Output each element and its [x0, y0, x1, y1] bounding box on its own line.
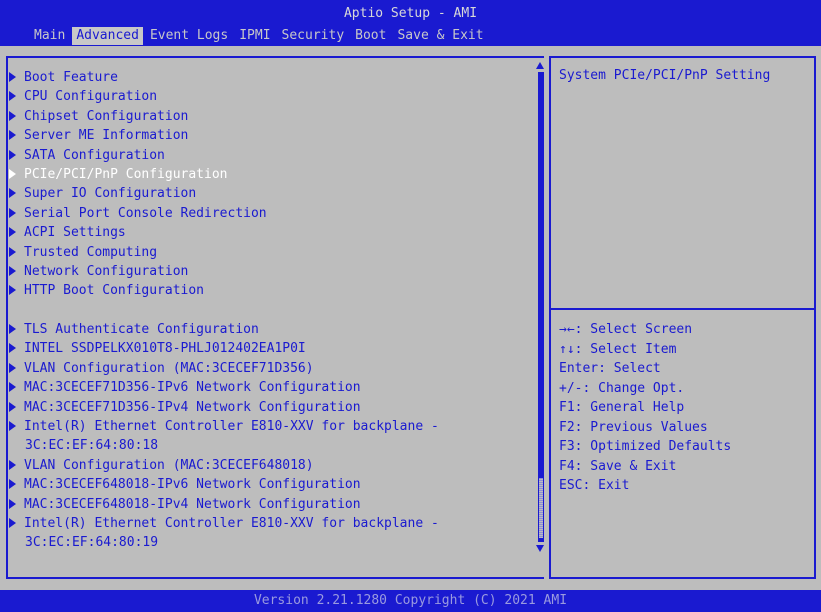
tab-boot[interactable]: Boot	[351, 27, 390, 45]
menu-item-ipv4-network-8018[interactable]: MAC:3CECEF648018-IPv4 Network Configurat…	[8, 495, 361, 514]
submenu-arrow-icon	[9, 266, 16, 276]
submenu-arrow-icon	[9, 227, 16, 238]
title-bar: Aptio Setup - AMI Main Advanced Event Lo…	[0, 0, 821, 46]
key-enter-select: Enter: Select	[559, 361, 661, 376]
tab-save-exit[interactable]: Save & Exit	[393, 27, 487, 45]
submenu-arrow-icon	[9, 498, 16, 509]
submenu-arrow-icon	[9, 459, 16, 470]
submenu-arrow-icon	[9, 362, 16, 373]
scrollbar-track[interactable]	[538, 72, 544, 542]
submenu-arrow-icon	[9, 324, 16, 334]
submenu-arrow-icon	[9, 169, 16, 179]
menu-item-chipset-configuration[interactable]: Chipset Configuration	[8, 107, 188, 126]
key-previous-values: F2: Previous Values	[559, 419, 708, 435]
item-help-text: System PCIe/PCI/PnP Setting	[559, 68, 771, 83]
scroll-down-arrow-icon[interactable]	[536, 545, 544, 552]
submenu-arrow-icon	[9, 343, 16, 354]
help-divider	[551, 308, 814, 310]
scroll-up-arrow-icon[interactable]	[536, 62, 544, 69]
submenu-arrow-icon	[9, 246, 16, 257]
submenu-arrow-icon	[9, 110, 16, 121]
key-select-screen: →←: Select Screen	[559, 322, 693, 337]
key-select-item: ↑↓: Select Item	[559, 341, 677, 357]
submenu-arrow-icon	[9, 285, 16, 296]
menu-item-continuation-8018: 3C:EC:EF:64:80:18	[25, 438, 159, 454]
menu-item-boot-feature[interactable]: Boot Feature	[8, 68, 118, 87]
menu-item-trusted-computing[interactable]: Trusted Computing	[8, 243, 157, 262]
menu-item-server-me-information[interactable]: Server ME Information	[8, 126, 188, 145]
menu-item-ipv6-network-d356[interactable]: MAC:3CECEF71D356-IPv6 Network Configurat…	[8, 378, 361, 397]
menu-item-serial-port-console-redirection[interactable]: Serial Port Console Redirection	[8, 204, 267, 223]
menu-item-pcie-pci-pnp-configuration[interactable]: PCIe/PCI/PnP Configuration	[8, 165, 228, 184]
key-general-help: F1: General Help	[559, 400, 685, 415]
menu-item-super-io-configuration[interactable]: Super IO Configuration	[8, 184, 196, 203]
key-optimized-defaults: F3: Optimized Defaults	[559, 439, 732, 454]
tab-ipmi[interactable]: IPMI	[235, 27, 274, 45]
submenu-arrow-icon	[9, 401, 16, 412]
key-change-opt: +/-: Change Opt.	[559, 380, 685, 396]
tab-security[interactable]: Security	[278, 27, 349, 45]
main-area: Boot Feature CPU Configuration Chipset C…	[6, 56, 816, 579]
submenu-arrow-icon	[9, 72, 16, 82]
submenu-arrow-icon	[9, 188, 16, 199]
menu-item-acpi-settings[interactable]: ACPI Settings	[8, 223, 126, 242]
menu-item-tls-authenticate-configuration[interactable]: TLS Authenticate Configuration	[8, 320, 259, 339]
menu-pane: Boot Feature CPU Configuration Chipset C…	[6, 56, 544, 579]
menu-item-vlan-configuration-8018[interactable]: VLAN Configuration (MAC:3CECEF648018)	[8, 456, 314, 475]
tab-advanced[interactable]: Advanced	[72, 27, 143, 45]
menu-item-network-configuration[interactable]: Network Configuration	[8, 262, 188, 281]
submenu-arrow-icon	[9, 518, 16, 528]
tab-main[interactable]: Main	[30, 27, 69, 45]
menu-item-cpu-configuration[interactable]: CPU Configuration	[8, 87, 157, 106]
scrollbar-thumb[interactable]	[539, 478, 543, 538]
submenu-arrow-icon	[9, 421, 16, 431]
app-title: Aptio Setup - AMI	[343, 6, 478, 21]
menu-item-ethernet-controller-8018[interactable]: Intel(R) Ethernet Controller E810-XXV fo…	[8, 417, 439, 436]
submenu-arrow-icon	[9, 149, 16, 160]
menu-item-ipv6-network-8018[interactable]: MAC:3CECEF648018-IPv6 Network Configurat…	[8, 475, 361, 494]
menu-item-ethernet-controller-8019[interactable]: Intel(R) Ethernet Controller E810-XXV fo…	[8, 514, 439, 533]
version-footer: Version 2.21.1280 Copyright (C) 2021 AMI	[0, 590, 821, 612]
submenu-arrow-icon	[9, 91, 16, 102]
submenu-arrow-icon	[9, 130, 16, 141]
submenu-arrow-icon	[9, 207, 16, 218]
key-save-exit: F4: Save & Exit	[559, 458, 677, 474]
submenu-arrow-icon	[9, 479, 16, 490]
menu-item-ipv4-network-d356[interactable]: MAC:3CECEF71D356-IPv4 Network Configurat…	[8, 398, 361, 417]
key-legend: →←: Select Screen ↑↓: Select Item Enter:…	[559, 320, 731, 496]
menu-item-intel-ssd[interactable]: INTEL SSDPELKX010T8-PHLJ012402EA1P0I	[8, 339, 306, 358]
key-esc-exit: ESC: Exit	[559, 478, 630, 493]
menu-item-vlan-configuration-d356[interactable]: VLAN Configuration (MAC:3CECEF71D356)	[8, 359, 314, 378]
menu-item-http-boot-configuration[interactable]: HTTP Boot Configuration	[8, 281, 204, 300]
menu-item-sata-configuration[interactable]: SATA Configuration	[8, 146, 165, 165]
tab-bar: Main Advanced Event Logs IPMI Security B…	[30, 27, 491, 45]
menu-item-continuation-8019: 3C:EC:EF:64:80:19	[25, 535, 159, 551]
tab-event-logs[interactable]: Event Logs	[146, 27, 232, 45]
help-pane: System PCIe/PCI/PnP Setting →←: Select S…	[549, 56, 816, 579]
submenu-arrow-icon	[9, 382, 16, 393]
